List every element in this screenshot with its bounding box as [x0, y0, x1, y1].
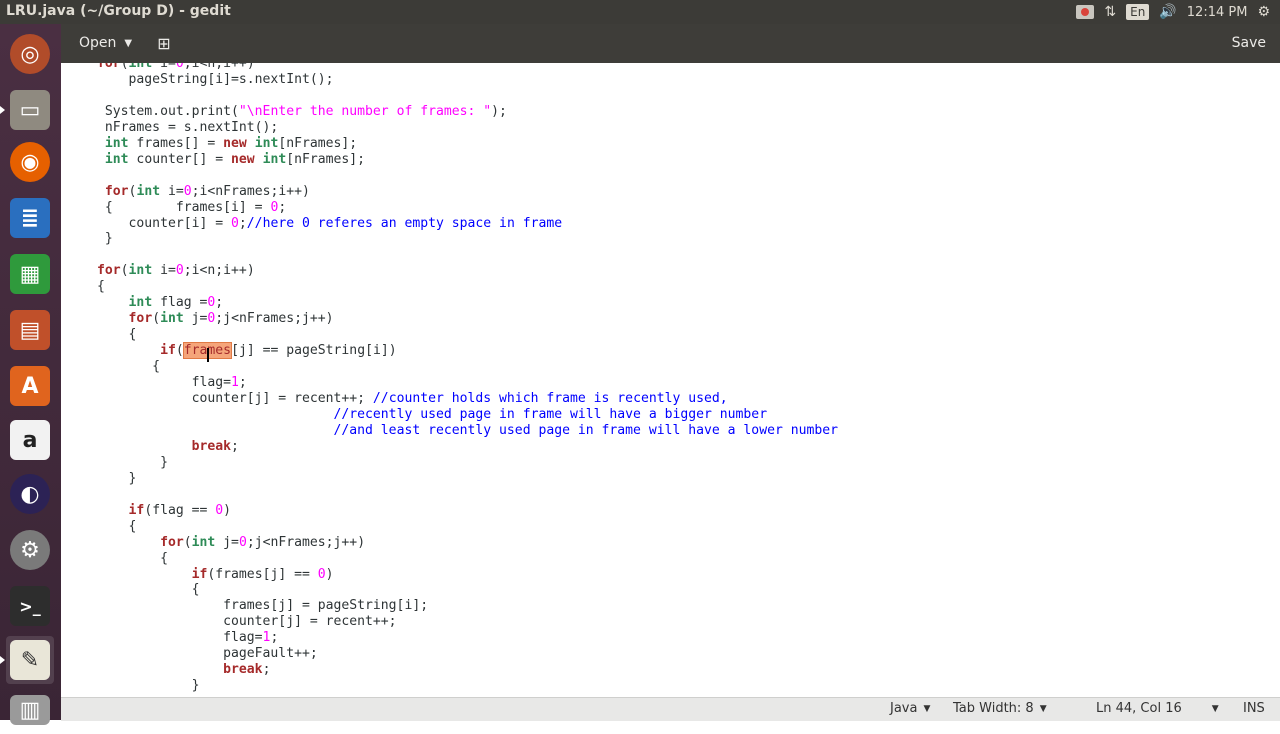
calc-launcher[interactable]: ▦	[6, 250, 54, 298]
gedit-icon: ✎	[10, 640, 50, 680]
tab-width-label: Tab Width: 8	[953, 701, 1034, 716]
software-center-launcher[interactable]: A	[6, 362, 54, 410]
system-tray: ⇅ En 🔊 12:14 PM ⚙	[1076, 0, 1280, 24]
firefox-icon: ◉	[10, 142, 50, 182]
code-line: { frames[i] = 0;	[97, 199, 287, 215]
insert-mode-indicator[interactable]: INS	[1243, 701, 1265, 716]
trash-launcher[interactable]: ▥	[6, 686, 54, 734]
writer-icon: ≣	[10, 198, 50, 238]
code-line: }	[97, 454, 168, 470]
chevron-down-icon: ▼	[1211, 703, 1219, 714]
cursor-position-label: Ln 44, Col 16	[1096, 701, 1182, 716]
code-line: frames[j] = pageString[i];	[97, 598, 429, 614]
terminal-launcher[interactable]: >_	[6, 582, 54, 630]
code-line: {	[97, 518, 137, 534]
chevron-down-icon: ▼	[1039, 703, 1047, 714]
running-indicator-icon	[0, 106, 5, 114]
volume-icon[interactable]: 🔊	[1159, 4, 1176, 20]
settings-launcher[interactable]: ⚙	[6, 526, 54, 574]
code-line: for(int i=0;i<n;i++)	[97, 63, 255, 71]
clock[interactable]: 12:14 PM	[1187, 5, 1248, 20]
gedit-launcher[interactable]: ✎	[0, 636, 54, 684]
code-line: counter[j] = recent++;	[97, 614, 397, 630]
code-line: System.out.print("\nEnter the number of …	[97, 103, 507, 119]
code-line: for(int j=0;j<nFrames;j++)	[128, 311, 334, 327]
code-line: }	[97, 678, 200, 694]
launcher: ◎ ▭ ◉ ≣ ▦ ▤ A a ◐ ⚙ >_ ✎ ▥	[0, 24, 62, 725]
open-button[interactable]: Open ▼	[67, 30, 144, 56]
keyboard-language-indicator[interactable]: En	[1126, 4, 1150, 20]
code-line: {	[97, 359, 161, 375]
code-line: int flag =0;	[128, 295, 224, 311]
mouse-cursor-ibeam-icon	[207, 348, 209, 362]
code-line: {	[97, 279, 105, 295]
amazon-icon: a	[10, 420, 50, 460]
eclipse-launcher[interactable]: ◐	[6, 470, 54, 518]
code-line: {	[97, 582, 200, 598]
code-line: break;	[223, 662, 271, 678]
code-line: break;	[191, 438, 239, 454]
trash-icon: ▥	[10, 695, 50, 725]
code-line: for(int j=0;j<nFrames;j++)	[160, 534, 366, 550]
tab-width-selector[interactable]: Tab Width: 8 ▼	[953, 701, 1047, 716]
code-line: if(frames[j] == pageString[i])	[160, 342, 397, 360]
code-line: int counter[] = new int[nFrames];	[104, 151, 366, 167]
eclipse-icon: ◐	[10, 474, 50, 514]
top-panel: LRU.java (~/Group D) - gedit ⇅ En 🔊 12:1…	[0, 0, 1280, 24]
code-line: for(int i=0;i<nFrames;i++)	[104, 183, 310, 199]
network-icon[interactable]: ⇅	[1104, 4, 1116, 20]
open-label: Open	[79, 35, 117, 51]
code-line: {	[97, 327, 137, 343]
code-line: counter[i] = 0;//here 0 referes an empty…	[97, 215, 563, 231]
running-indicator-icon	[0, 656, 5, 664]
code-view[interactable]: for(int i=0;i<n;i++) pageString[i]=s.nex…	[97, 63, 838, 694]
code-line: }	[97, 470, 137, 486]
terminal-icon: >_	[10, 586, 50, 626]
new-tab-icon: ⊞	[157, 33, 171, 53]
text-editor[interactable]: for(int i=0;i<n;i++) pageString[i]=s.nex…	[61, 63, 1280, 697]
window-title: LRU.java (~/Group D) - gedit	[6, 3, 231, 19]
code-line: flag=1;	[97, 375, 247, 391]
code-line: int frames[] = new int[nFrames];	[104, 135, 358, 151]
code-line: {	[97, 550, 168, 566]
writer-launcher[interactable]: ≣	[6, 194, 54, 242]
code-line: //recently used page in frame will have …	[333, 406, 768, 422]
files-icon: ▭	[10, 90, 50, 130]
new-document-button[interactable]: ⊞	[149, 30, 179, 56]
calc-icon: ▦	[10, 254, 50, 294]
files-launcher[interactable]: ▭	[0, 86, 54, 134]
code-line: }	[97, 231, 113, 247]
code-line: pageString[i]=s.nextInt();	[97, 71, 334, 87]
screen-recorder-icon[interactable]	[1076, 5, 1095, 19]
language-selector[interactable]: Java ▼	[890, 701, 930, 716]
chevron-down-icon: ▼	[124, 37, 133, 49]
save-button[interactable]: Save	[1232, 30, 1266, 56]
header-bar: Open ▼ ⊞ Save	[61, 24, 1280, 64]
ubuntu-dash-icon: ◎	[10, 34, 50, 74]
firefox-launcher[interactable]: ◉	[6, 138, 54, 186]
chevron-down-icon: ▼	[923, 703, 931, 714]
dash-button[interactable]: ◎	[6, 30, 54, 78]
code-line: pageFault++;	[97, 646, 318, 662]
amazon-launcher[interactable]: a	[6, 416, 54, 464]
code-line: //and least recently used page in frame …	[333, 422, 839, 438]
impress-launcher[interactable]: ▤	[6, 306, 54, 354]
impress-icon: ▤	[10, 310, 50, 350]
code-line: if(frames[j] == 0)	[191, 566, 334, 582]
code-line: for(int i=0;i<n;i++)	[97, 263, 255, 279]
software-center-icon: A	[10, 366, 50, 406]
settings-icon: ⚙	[10, 530, 50, 570]
cursor-position-selector[interactable]: Ln 44, Col 16 ▼	[1096, 701, 1219, 716]
code-line: if(flag == 0)	[128, 502, 232, 518]
status-bar: Java ▼ Tab Width: 8 ▼ Ln 44, Col 16 ▼ IN…	[61, 697, 1280, 721]
language-label: Java	[890, 701, 918, 716]
code-line: nFrames = s.nextInt();	[97, 119, 279, 135]
system-settings-icon[interactable]: ⚙	[1257, 4, 1270, 20]
code-line: counter[j] = recent++; //counter holds w…	[97, 391, 728, 407]
code-line: flag=1;	[97, 630, 279, 646]
